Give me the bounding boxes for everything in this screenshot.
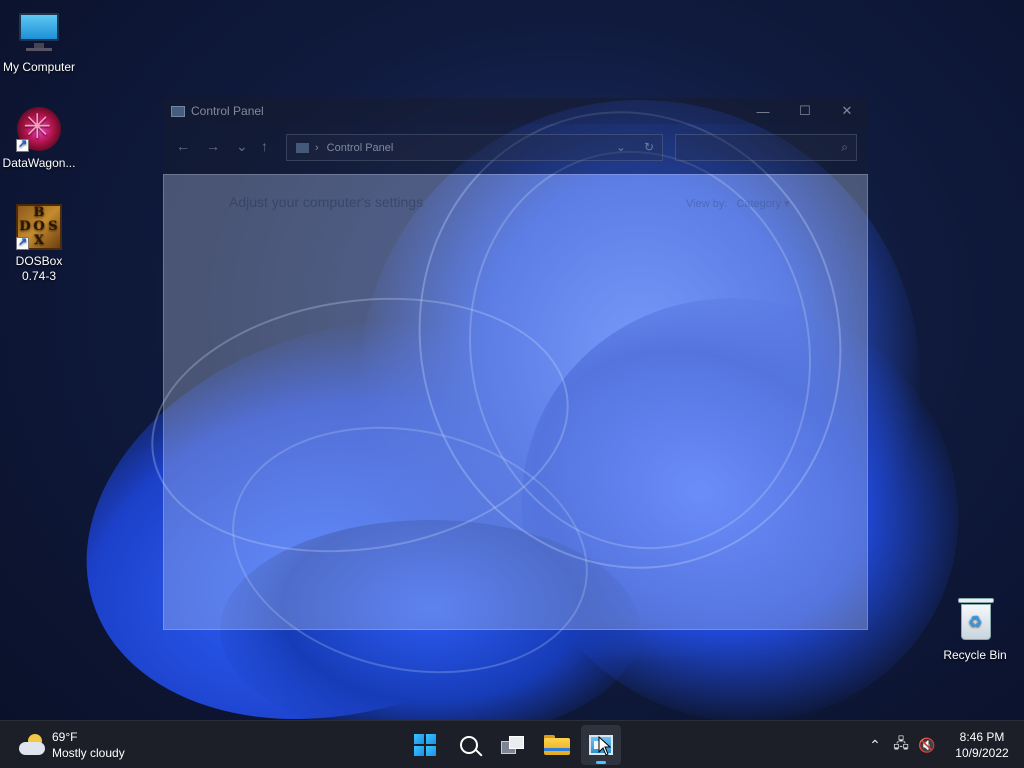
desktop-icon-label: DOSBox 0.74-3 [15, 254, 63, 283]
breadcrumb-chevron-icon: › [315, 141, 319, 154]
task-view-icon [501, 735, 525, 755]
desktop-icon-datawagon[interactable]: DataWagon... [0, 106, 78, 171]
mouse-pointer-icon [598, 736, 612, 756]
desktop-icon-label: DataWagon... [2, 156, 76, 170]
address-bar[interactable]: › Control Panel ⌄ ↻ [286, 134, 663, 161]
shortcut-arrow-icon [16, 235, 29, 250]
computer-icon [16, 10, 62, 56]
control-panel-icon [296, 142, 309, 153]
search-icon: ⌕ [841, 140, 848, 154]
chevron-down-icon: ▾ [784, 198, 790, 210]
weather-widget[interactable]: 69°F Mostly cloudy [18, 729, 125, 761]
search-button[interactable] [449, 725, 489, 765]
breadcrumb-control-panel[interactable]: Control Panel [327, 142, 394, 154]
page-heading: Adjust your computer's settings [229, 194, 424, 210]
search-input[interactable]: ⌕ [675, 134, 857, 161]
maximize-button[interactable]: ☐ [784, 98, 826, 124]
shortcut-arrow-icon [16, 137, 29, 152]
window-content: Adjust your computer's settings View by:… [163, 174, 868, 630]
desktop-icon-label: My Computer [2, 60, 76, 74]
desktop-icon-recycle-bin[interactable]: ♻ Recycle Bin [936, 598, 1014, 663]
network-icon[interactable]: 🖧 [888, 733, 914, 757]
view-by-dropdown[interactable]: Category [736, 198, 781, 210]
window-title: Control Panel [191, 104, 264, 118]
clock-time: 8:46 PM [959, 730, 1005, 744]
forward-button[interactable]: → [206, 138, 220, 154]
dosbox-icon: B DOS X [16, 204, 62, 250]
navigation-bar: ← → ⌄ ↑ › Control Panel ⌄ ↻ ⌕ [163, 124, 868, 174]
up-button[interactable]: ↑ [261, 138, 268, 154]
view-by-control[interactable]: View by: Category ▾ [686, 197, 790, 210]
view-by-label: View by: [686, 198, 728, 210]
volume-muted-icon[interactable]: 🔇 [914, 737, 940, 754]
windows-logo-icon [414, 734, 436, 756]
weather-condition: Mostly cloudy [52, 746, 125, 760]
clock[interactable]: 8:46 PM 10/9/2022 [946, 729, 1018, 761]
task-view-button[interactable] [493, 725, 533, 765]
refresh-button[interactable]: ↻ [644, 140, 654, 154]
datawagon-icon [16, 106, 62, 152]
clock-date: 10/9/2022 [955, 746, 1009, 760]
recycle-bin-icon: ♻ [952, 598, 998, 644]
taskbar: 69°F Mostly cloudy ⌃ 🖧 🔇 8:46 PM 10/9/20… [0, 720, 1024, 768]
show-hidden-icons-button[interactable]: ⌃ [862, 737, 888, 754]
desktop-icon-my-computer[interactable]: My Computer [0, 10, 78, 75]
system-tray: ⌃ 🖧 🔇 8:46 PM 10/9/2022 [862, 721, 1024, 768]
file-explorer-button[interactable] [537, 725, 577, 765]
folder-icon [544, 735, 570, 755]
back-button[interactable]: ← [176, 138, 190, 154]
address-dropdown-button[interactable]: ⌄ [616, 140, 626, 154]
start-button[interactable] [405, 725, 445, 765]
search-icon [460, 736, 478, 754]
weather-temperature: 69°F [52, 730, 78, 744]
desktop-icon-dosbox[interactable]: B DOS X DOSBox 0.74-3 [0, 204, 78, 284]
minimize-button[interactable]: — [742, 98, 784, 124]
recent-locations-button[interactable]: ⌄ [236, 138, 248, 155]
window-titlebar[interactable]: Control Panel — ☐ ✕ [163, 98, 868, 124]
control-panel-window[interactable]: Control Panel — ☐ ✕ ← → ⌄ ↑ › Control Pa… [163, 98, 868, 630]
close-button[interactable]: ✕ [826, 98, 868, 124]
control-panel-icon [171, 105, 185, 117]
desktop-icon-label: Recycle Bin [943, 648, 1007, 662]
partly-cloudy-night-icon [18, 733, 46, 757]
